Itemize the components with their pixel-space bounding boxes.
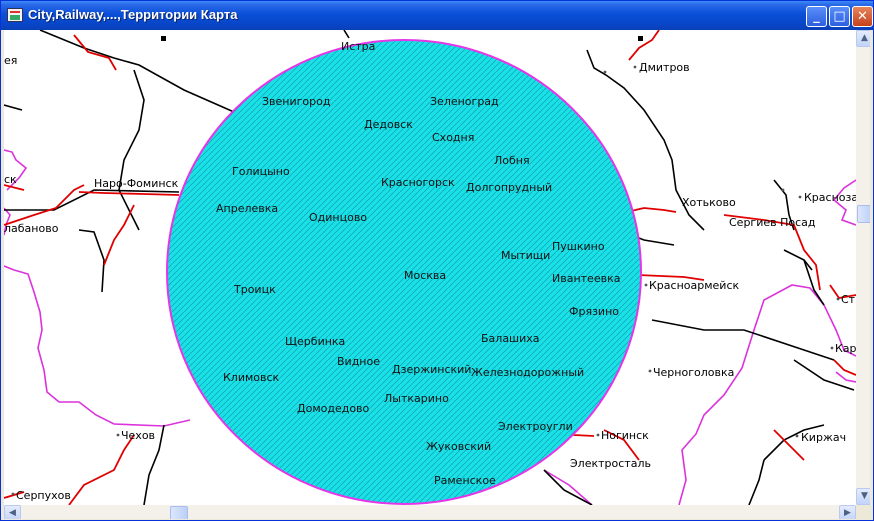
city-point [830,346,834,350]
city-label[interactable]: Наро-Фоминск [94,177,179,190]
vertical-scrollbar[interactable]: ▲ ▼ [856,30,870,505]
city-label[interactable]: Фрязино [569,305,619,318]
city-label[interactable]: Пушкино [552,240,605,253]
city-label[interactable]: Звенигород [262,95,331,108]
vertical-scroll-thumb[interactable] [857,205,870,223]
app-window: City,Railway,...,Территории Карта _ □ ✕ [0,0,874,521]
horizontal-scrollbar[interactable]: ◀ ▶ [4,505,856,519]
city-label[interactable]: Апрелевка [216,202,278,215]
city-point [603,70,607,74]
city-label[interactable]: Мытищи [501,249,550,262]
city-label[interactable]: Щербинка [285,335,345,348]
scroll-down-button[interactable]: ▼ [856,488,870,505]
city-label[interactable]: Электроугли [498,420,573,433]
city-label[interactable]: Ногинск [601,429,649,442]
city-label[interactable]: Москва [404,269,446,282]
maximize-button[interactable]: □ [829,6,850,27]
city-label[interactable]: Лобня [494,154,530,167]
control-point [161,36,166,41]
city-label[interactable]: Раменское [434,474,496,487]
city-point [644,283,648,287]
app-icon[interactable] [7,8,23,22]
city-label[interactable]: Жуковский [426,440,491,453]
city-label[interactable]: Электросталь [570,457,651,470]
city-label[interactable]: Кара [835,342,856,355]
city-label[interactable]: Чехов [121,429,155,442]
city-label[interactable]: Дзержинский [392,363,471,376]
city-label[interactable]: Голицыно [232,165,290,178]
city-label[interactable]: Сергиев Посад [729,216,816,229]
city-point [648,369,652,373]
scroll-right-button[interactable]: ▶ [839,505,856,519]
city-label[interactable]: Троицк [233,283,276,296]
city-point [836,297,840,301]
city-point [798,195,802,199]
city-label[interactable]: ея [4,54,17,67]
city-label[interactable]: Лыткарино [384,392,449,405]
city-label[interactable]: Дмитров [639,61,690,74]
city-point [596,433,600,437]
control-point [638,36,643,41]
city-label[interactable]: Дедовск [364,118,413,131]
city-label[interactable]: ск [4,173,17,186]
city-label[interactable]: Красногорск [381,176,455,189]
city-label[interactable]: Серпухов [16,489,71,502]
minimize-button[interactable]: _ [806,6,827,27]
title-bar[interactable]: City,Railway,...,Территории Карта _ □ ✕ [1,1,873,30]
city-point [781,188,785,192]
scroll-up-button[interactable]: ▲ [856,30,870,47]
city-label[interactable]: Истра [341,40,375,53]
city-label[interactable]: Сходня [432,131,474,144]
horizontal-scroll-thumb[interactable] [170,506,188,519]
city-point [116,433,120,437]
city-label[interactable]: Долгопрудный [466,181,552,194]
close-button[interactable]: ✕ [852,6,873,27]
map-view: Истра Звенигород Зеленоград Дедовск Сход… [4,30,870,519]
city-label[interactable]: Стр [841,293,856,306]
city-label[interactable]: Красноармейск [649,279,739,292]
city-label[interactable]: Киржач [801,431,846,444]
city-label[interactable]: Балашиха [481,332,540,345]
city-point [11,492,15,496]
city-label[interactable]: Ивантеевка [552,272,620,285]
city-label[interactable]: Зеленоград [430,95,499,108]
window-title: City,Railway,...,Территории Карта [28,7,238,22]
city-label[interactable]: Видное [337,355,380,368]
city-label[interactable]: Черноголовка [653,366,734,379]
city-label[interactable]: Железнодорожный [471,366,584,379]
city-label[interactable]: Климовск [223,371,280,384]
city-label[interactable]: Одинцово [309,211,367,224]
city-point [633,65,637,69]
city-label[interactable]: Хотьково [682,196,736,209]
city-label[interactable]: Домодедово [297,402,370,415]
city-label[interactable]: Красноза [804,191,856,204]
map-canvas[interactable]: Истра Звенигород Зеленоград Дедовск Сход… [4,30,856,505]
scroll-left-button[interactable]: ◀ [4,505,21,519]
city-point [795,434,799,438]
city-label[interactable]: лабаново [4,222,59,235]
scrollbar-corner [856,505,870,519]
